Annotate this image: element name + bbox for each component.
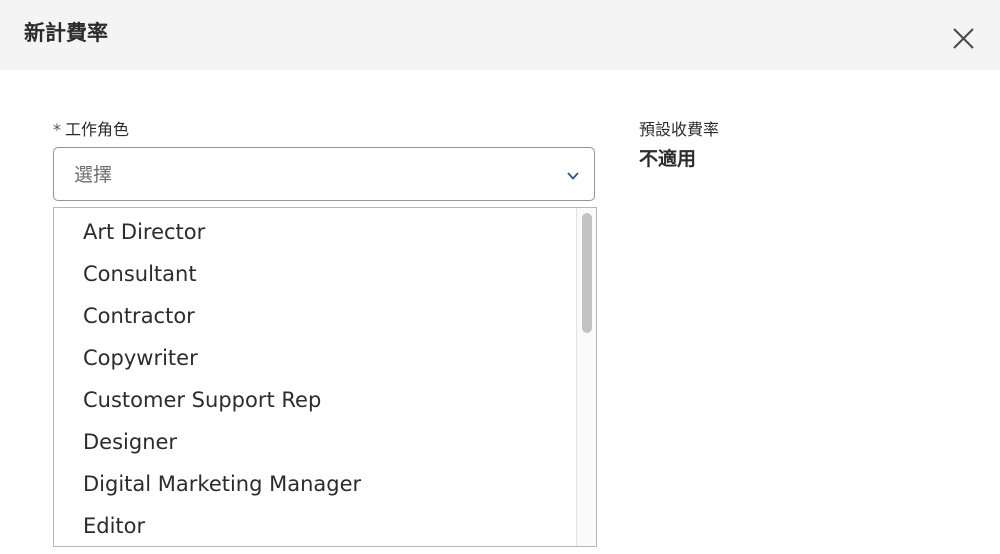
dropdown-item-editor[interactable]: Editor xyxy=(83,512,145,540)
job-role-label: * 工作角色 xyxy=(53,119,129,141)
job-role-select[interactable]: 選擇 xyxy=(53,147,595,201)
dropdown-item-designer[interactable]: Designer xyxy=(83,428,177,456)
job-role-label-text: 工作角色 xyxy=(65,120,130,139)
dropdown-scrollbar[interactable] xyxy=(576,208,596,546)
job-role-select-value: 選擇 xyxy=(74,164,113,186)
dropdown-scrollbar-thumb[interactable] xyxy=(582,213,592,333)
required-mark: * xyxy=(53,120,61,139)
default-rate-value: 不適用 xyxy=(639,148,697,170)
dropdown-item-digital-marketing-manager[interactable]: Digital Marketing Manager xyxy=(83,470,361,498)
dropdown-item-copywriter[interactable]: Copywriter xyxy=(83,344,198,372)
dropdown-item-contractor[interactable]: Contractor xyxy=(83,302,195,330)
chevron-down-icon xyxy=(566,168,580,182)
close-button[interactable] xyxy=(946,22,980,56)
dialog-title: 新計費率 xyxy=(24,21,108,45)
dropdown-item-art-director[interactable]: Art Director xyxy=(83,218,205,246)
dropdown-item-customer-support-rep[interactable]: Customer Support Rep xyxy=(83,386,321,414)
dialog-header: 新計費率 xyxy=(0,0,1000,70)
default-rate-label: 預設收費率 xyxy=(639,120,720,139)
dropdown-item-consultant[interactable]: Consultant xyxy=(83,260,197,288)
close-icon xyxy=(946,22,980,56)
job-role-dropdown-list[interactable]: Art Director Consultant Contractor Copyw… xyxy=(53,207,597,547)
